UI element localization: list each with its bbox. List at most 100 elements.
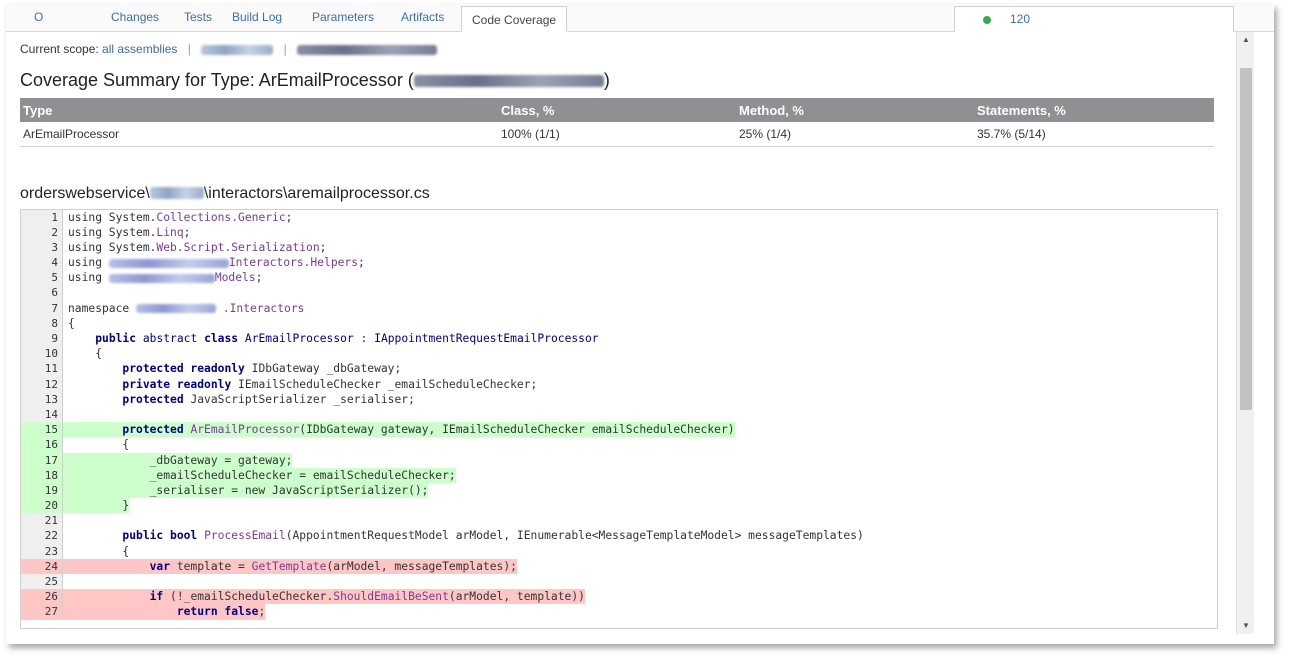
- coverage-summary-table: Type Class, % Method, % Statements, % Ar…: [20, 98, 1214, 147]
- code-text: using Interactors.Helpers;: [68, 256, 365, 270]
- scope-separator: |: [187, 42, 191, 56]
- code-line: 12 private readonly IEmailScheduleChecke…: [21, 376, 1217, 392]
- code-line-covered: 17 _dbGateway = gateway;: [21, 452, 1217, 468]
- cell-method: 25% (1/4): [736, 122, 974, 147]
- code-text: protected readonly IDbGateway _dbGateway…: [122, 362, 402, 376]
- line-number: 6: [21, 285, 63, 301]
- line-number: 20: [21, 498, 63, 514]
- line-number: 15: [21, 422, 63, 438]
- code-line: 3 using System.Web.Script.Serialization;: [21, 239, 1217, 256]
- line-number: 24: [21, 558, 63, 574]
- code-line: 11 protected readonly IDbGateway _dbGate…: [21, 361, 1217, 377]
- code-line-covered: 16 {: [21, 437, 1217, 453]
- file-path-redacted: [149, 187, 204, 200]
- code-text: using System.Web.Script.Serialization;: [68, 240, 327, 254]
- cell-type: ArEmailProcessor: [20, 122, 498, 147]
- source-file-path: orderswebservice\ \interactors\aremailpro…: [20, 185, 1214, 207]
- status-dot-icon: [983, 16, 991, 24]
- file-path-prefix: orderswebservice\: [20, 184, 150, 202]
- code-text: private readonly IEmailScheduleChecker _…: [122, 377, 538, 391]
- code-text: _emailScheduleChecker = emailScheduleChe…: [63, 467, 456, 483]
- scroll-down-arrow-icon[interactable]: ▼: [1237, 618, 1255, 634]
- line-number: 10: [21, 346, 63, 362]
- code-line: 6: [21, 285, 1217, 301]
- line-number: 16: [21, 437, 63, 453]
- code-line: 8{: [21, 315, 1217, 331]
- code-line: 5 using Models;: [21, 270, 1217, 286]
- tab-parameters[interactable]: Parameters: [312, 10, 374, 24]
- tab-tests[interactable]: Tests: [184, 10, 212, 24]
- code-line: 1 using System.Collections.Generic;: [21, 209, 1217, 225]
- build-count[interactable]: 120: [1010, 12, 1030, 26]
- code-text: }: [63, 498, 130, 514]
- code-text: protected ArEmailProcessor(IDbGateway ga…: [63, 422, 735, 438]
- line-number: 9: [21, 331, 63, 347]
- code-text: using System.Collections.Generic;: [68, 210, 293, 224]
- tab-artifacts[interactable]: Artifacts: [401, 10, 444, 24]
- line-number: 8: [21, 315, 63, 331]
- title-namespace-redacted: [413, 75, 604, 88]
- col-method: Method, %: [736, 98, 974, 122]
- build-status-panel: 120: [954, 6, 1234, 32]
- scope-label: Current scope:: [20, 42, 99, 56]
- col-type: Type: [20, 98, 498, 122]
- line-number: 14: [21, 406, 63, 423]
- code-line: 25: [21, 574, 1217, 590]
- tab-overview[interactable]: O: [34, 10, 43, 24]
- tab-strip: O Changes Tests Build Log Parameters Art…: [6, 4, 1274, 32]
- code-line: 13 protected JavaScriptSerializer _seria…: [21, 391, 1217, 407]
- code-line: 14: [21, 406, 1217, 423]
- code-line: 4 using Interactors.Helpers;: [21, 255, 1217, 271]
- code-text: return false;: [63, 604, 266, 620]
- code-text: public abstract class ArEmailProcessor :…: [95, 332, 599, 345]
- scroll-up-arrow-icon[interactable]: ▲: [1237, 32, 1255, 48]
- tab-changes[interactable]: Changes: [111, 10, 159, 24]
- table-row: ArEmailProcessor 100% (1/1) 25% (1/4) 35…: [20, 122, 1214, 147]
- code-text: protected JavaScriptSerializer _serialis…: [122, 392, 415, 406]
- main-content: Current scope: all assemblies | | Covera…: [20, 42, 1218, 629]
- code-text: {: [68, 438, 130, 452]
- line-number: 17: [21, 452, 63, 468]
- line-number: 11: [21, 361, 63, 377]
- line-number: 27: [21, 604, 63, 620]
- code-text: public bool ProcessEmail(AppointmentRequ…: [122, 529, 864, 543]
- scope-separator: |: [283, 42, 287, 56]
- code-text: if (!_emailScheduleChecker.ShouldEmailBe…: [63, 589, 585, 605]
- scroll-thumb[interactable]: [1240, 68, 1252, 410]
- code-line: 23 {: [21, 543, 1217, 559]
- code-text: {: [68, 347, 103, 361]
- code-text: using System.Linq;: [68, 225, 191, 239]
- vertical-scrollbar[interactable]: ▲ ▼: [1236, 32, 1254, 634]
- code-line-uncovered: 26 if (!_emailScheduleChecker.ShouldEmai…: [21, 589, 1217, 605]
- scope-namespace-redacted: [297, 44, 438, 55]
- cell-statements: 35.7% (5/14): [974, 122, 1214, 147]
- scope-breadcrumb: Current scope: all assemblies | |: [20, 42, 1214, 60]
- code-text: namespace .Interactors: [68, 301, 305, 315]
- file-path-suffix: \interactors\aremailprocessor.cs: [203, 184, 430, 202]
- code-line: 9 public abstract class ArEmailProcessor…: [21, 331, 1217, 347]
- line-number: 12: [21, 376, 63, 392]
- code-line: 10 {: [21, 346, 1217, 362]
- tab-build-log[interactable]: Build Log: [232, 10, 282, 24]
- coverage-report-page: O Changes Tests Build Log Parameters Art…: [6, 4, 1274, 644]
- scope-link-all-assemblies[interactable]: all assemblies: [102, 42, 177, 56]
- code-line-uncovered: 24 var template = GetTemplate(arModel, m…: [21, 558, 1217, 574]
- code-line: 21: [21, 513, 1217, 529]
- line-number: 19: [21, 482, 63, 499]
- code-text: {: [68, 316, 75, 330]
- table-header-row: Type Class, % Method, % Statements, %: [20, 98, 1214, 122]
- line-number: 13: [21, 391, 63, 407]
- line-number: 26: [21, 589, 63, 605]
- code-text: var template = GetTemplate(arModel, mess…: [63, 558, 517, 574]
- line-number: 4: [21, 255, 63, 271]
- line-number: 18: [21, 467, 63, 483]
- code-text: using Models;: [68, 271, 263, 285]
- tab-code-coverage[interactable]: Code Coverage: [461, 6, 568, 32]
- line-number: 21: [21, 513, 63, 529]
- line-number: 25: [21, 574, 63, 590]
- scope-link-assembly-redacted[interactable]: [201, 44, 274, 55]
